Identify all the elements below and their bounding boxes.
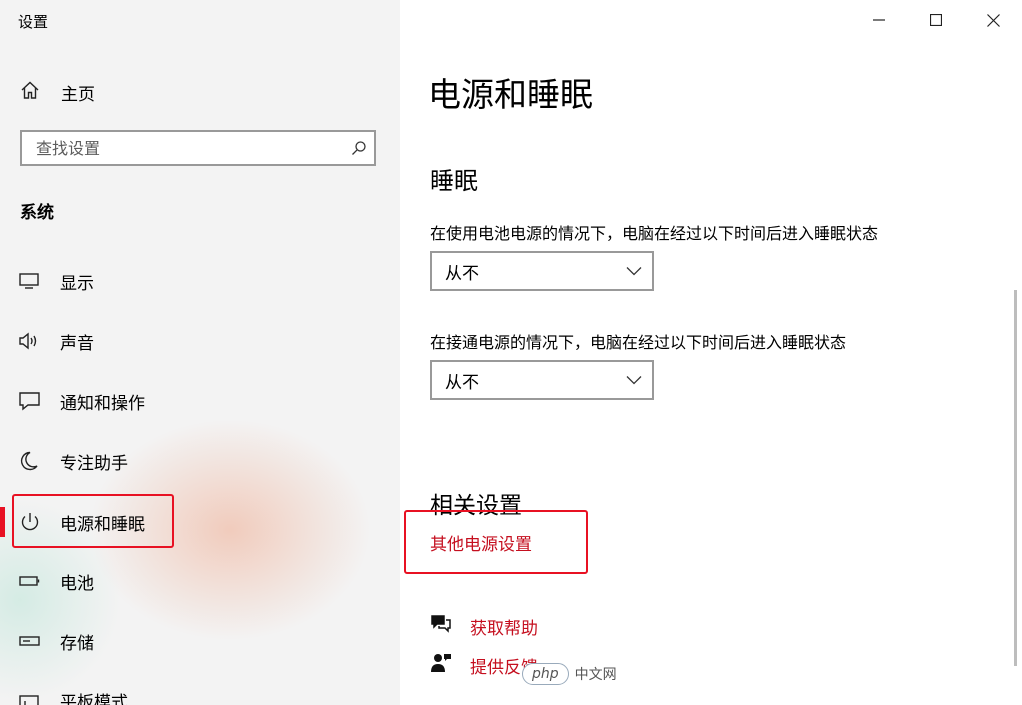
feedback-icon — [430, 652, 452, 674]
sidebar: 设置 主页 系统 显示 声音 — [0, 0, 400, 705]
dropdown-value: 从不 — [445, 263, 479, 284]
sidebar-item-label: 平板模式 — [60, 692, 128, 705]
sidebar-item-power-sleep[interactable]: 电源和睡眠 — [0, 502, 400, 542]
watermark-text: 中文网 — [574, 667, 617, 683]
search-icon[interactable] — [344, 140, 374, 156]
sidebar-item-battery[interactable]: 电池 — [0, 561, 400, 601]
sidebar-item-sound[interactable]: 声音 — [0, 321, 400, 361]
sidebar-item-label: 显示 — [60, 273, 94, 294]
home-icon — [20, 80, 40, 104]
chevron-down-icon — [626, 266, 642, 276]
sidebar-item-storage[interactable]: 存储 — [0, 621, 400, 661]
sidebar-item-notifications[interactable]: 通知和操作 — [0, 381, 400, 421]
sidebar-item-label: 存储 — [60, 633, 94, 654]
moon-icon — [19, 451, 41, 471]
watermark: php 中文网 — [522, 663, 617, 685]
battery-sleep-label: 在使用电池电源的情况下，电脑在经过以下时间后进入睡眠状态 — [430, 224, 879, 243]
tablet-icon — [19, 690, 41, 705]
search-input[interactable] — [22, 137, 344, 159]
chevron-down-icon — [626, 375, 642, 385]
additional-power-settings-link[interactable]: 其他电源设置 — [430, 530, 532, 555]
speaker-icon — [19, 331, 41, 351]
sidebar-item-label: 电池 — [60, 573, 94, 594]
battery-sleep-dropdown[interactable]: 从不 — [430, 251, 654, 291]
search-box — [20, 130, 376, 166]
storage-icon — [19, 631, 41, 651]
watermark-logo: php — [522, 663, 569, 685]
plugged-sleep-dropdown[interactable]: 从不 — [430, 360, 654, 400]
home-label: 主页 — [61, 84, 95, 105]
app-title: 设置 — [18, 13, 49, 31]
get-help-link[interactable]: 获取帮助 — [470, 614, 538, 639]
close-button[interactable] — [973, 4, 1013, 36]
monitor-icon — [19, 271, 41, 291]
maximize-button[interactable] — [916, 4, 956, 36]
dropdown-value: 从不 — [445, 372, 479, 393]
notification-icon — [19, 391, 41, 411]
power-icon — [19, 512, 41, 532]
main-content: 电源和睡眠 睡眠 在使用电池电源的情况下，电脑在经过以下时间后进入睡眠状态 从不… — [400, 0, 1022, 705]
sidebar-item-label: 通知和操作 — [60, 393, 145, 414]
plugged-sleep-label: 在接通电源的情况下，电脑在经过以下时间后进入睡眠状态 — [430, 333, 847, 352]
minimize-button[interactable] — [859, 4, 899, 36]
sidebar-item-display[interactable]: 显示 — [0, 261, 400, 301]
sidebar-item-label: 专注助手 — [60, 453, 128, 474]
battery-icon — [19, 571, 41, 591]
home-nav-item[interactable]: 主页 — [20, 80, 95, 105]
sleep-heading: 睡眠 — [430, 167, 478, 195]
sidebar-item-label: 声音 — [60, 333, 94, 354]
related-settings-heading: 相关设置 — [430, 493, 522, 519]
page-title: 电源和睡眠 — [428, 75, 593, 114]
scrollbar[interactable] — [1014, 290, 1017, 666]
sidebar-item-label: 电源和睡眠 — [60, 514, 145, 535]
help-chat-icon — [430, 613, 452, 635]
sidebar-item-focus-assist[interactable]: 专注助手 — [0, 441, 400, 481]
sidebar-item-tablet-mode[interactable]: 平板模式 — [0, 680, 400, 705]
section-heading: 系统 — [20, 203, 54, 223]
